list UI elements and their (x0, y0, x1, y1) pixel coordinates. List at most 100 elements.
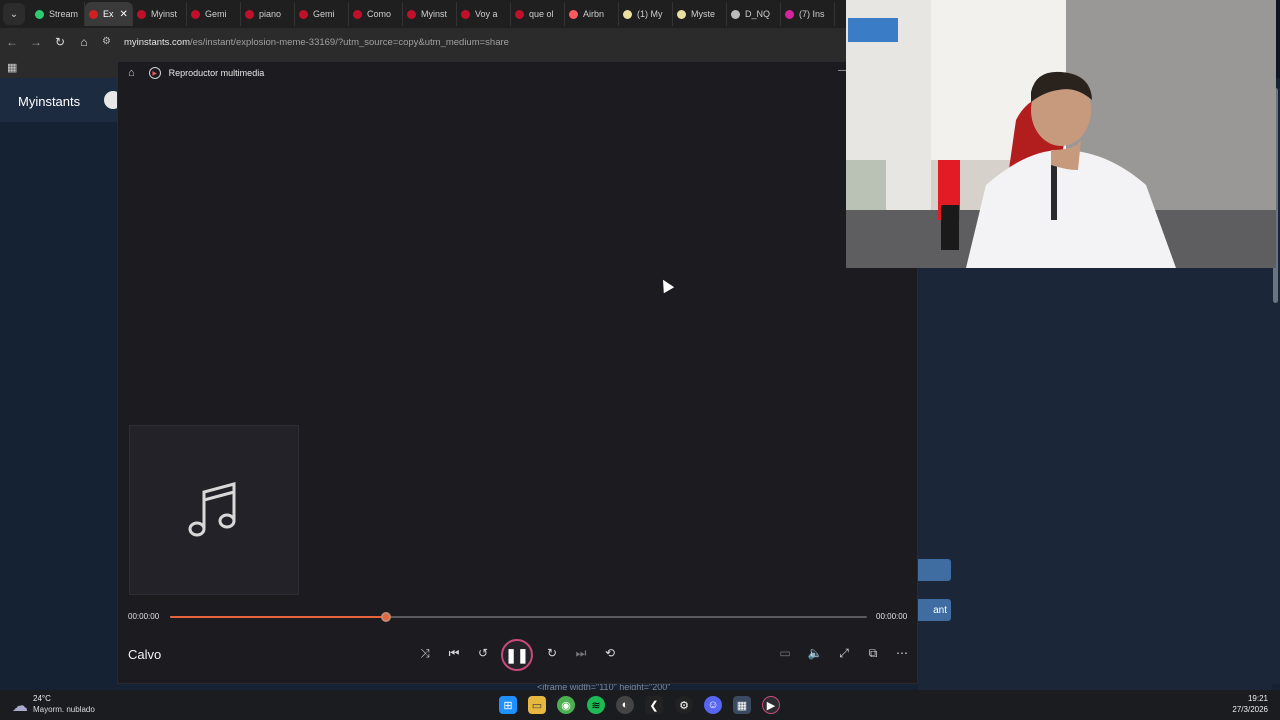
song-title: Calvo (128, 647, 162, 662)
home-icon[interactable]: ⌂ (72, 35, 96, 49)
discord-icon[interactable]: ☺ (704, 696, 722, 714)
tab-favicon-icon (785, 9, 794, 19)
repeat-off-icon[interactable]: ⟲ (601, 646, 619, 660)
browser-tab[interactable]: (7) Ins (781, 2, 835, 26)
browser-tab[interactable]: D_NQ (727, 2, 781, 26)
tab-label: que ol (529, 9, 554, 19)
webcam-overlay (846, 0, 1276, 268)
obs-icon[interactable]: ◐ (616, 696, 634, 714)
tabs: Stream Ex ✕ Myinst Gemi piano Gemi Como Myinst Vo… (31, 2, 835, 26)
url-path: /es/instant/explosion-meme-33169/?utm_so… (190, 36, 509, 48)
player-titlebar: ⌂ ▶ Reproductor multimedia — (118, 62, 917, 84)
tab-label: D_NQ (745, 9, 771, 19)
back-icon[interactable]: ← (0, 35, 24, 49)
album-art (129, 425, 299, 595)
tab-favicon-icon (677, 9, 686, 19)
volume-icon[interactable]: 🔈 (806, 646, 824, 660)
tab-label: Como (367, 9, 392, 19)
capcut-icon[interactable]: ❮ (645, 696, 663, 714)
site-brand[interactable]: Myinstants (18, 94, 80, 109)
shuffle-icon[interactable]: ⤨ (416, 646, 434, 661)
file-explorer-icon[interactable]: ▭ (528, 696, 546, 714)
forward-30-icon[interactable]: ↻ (543, 646, 561, 660)
weather-temperature: 24°C (33, 694, 51, 703)
tab-favicon-icon (35, 9, 44, 19)
site-right-panel (918, 268, 1272, 690)
tab-label: (7) Ins (799, 9, 825, 19)
taskbar: ☁ 24°C Mayorm. nublado ⊞ ▭ ◉ ≋ ◐ ❮ ⚙ ☺ ▦… (0, 690, 1280, 720)
player-home-icon[interactable]: ⌂ (128, 67, 135, 79)
url-host: myinstants.com (124, 36, 190, 48)
seek-knob[interactable] (381, 612, 392, 622)
rewind-10-icon[interactable]: ↺ (474, 646, 492, 660)
seek-bar[interactable] (170, 612, 867, 622)
miniplayer-icon[interactable]: ⧉ (864, 646, 882, 661)
music-note-icon (188, 482, 236, 537)
browser-tab[interactable]: Gemi (295, 2, 349, 26)
tab-favicon-icon (731, 9, 740, 19)
tab-favicon-icon (461, 9, 470, 19)
weather-description: Mayorm. nublado (33, 705, 95, 714)
spotify-icon[interactable]: ≋ (587, 696, 605, 714)
browser-tab[interactable]: Stream (31, 2, 85, 26)
tab-label: Airbn (583, 9, 605, 19)
browser-tab[interactable]: Airbn (565, 2, 619, 26)
url-field[interactable]: myinstants.com/es/instant/explosion-meme… (124, 37, 509, 48)
pause-button[interactable]: ❚❚ (501, 639, 533, 671)
browser-tab[interactable]: (1) My (619, 2, 673, 26)
tab-label: Voy a (475, 9, 498, 19)
browser-tab[interactable]: Myste (673, 2, 727, 26)
forward-icon[interactable]: → (24, 35, 48, 49)
browser-tab[interactable]: piano (241, 2, 295, 26)
next-icon[interactable]: ⏭ (572, 646, 590, 661)
previous-icon[interactable]: ⏮ (445, 646, 463, 661)
tab-favicon-icon (245, 9, 254, 19)
tab-label: Gemi (205, 9, 227, 19)
webcam-picture (846, 0, 1276, 268)
browser-tab[interactable]: Voy a (457, 2, 511, 26)
fullscreen-icon[interactable]: ⤢ (835, 646, 853, 661)
browser-tab[interactable]: Ex ✕ (85, 2, 133, 26)
tab-favicon-icon (569, 9, 578, 19)
seek-bar-progress (170, 616, 387, 618)
apps-grid-icon[interactable]: ▦ (7, 61, 17, 74)
tab-label: Myinst (421, 9, 448, 19)
captions-icon[interactable]: ▭ (776, 646, 794, 660)
media-player-window: ⌂ ▶ Reproductor multimedia — 00:00:00 00… (117, 61, 918, 684)
media-player-logo-icon: ▶ (148, 67, 161, 79)
close-tab-icon[interactable]: ✕ (120, 9, 128, 20)
site-add-instant-button[interactable]: ant (918, 599, 951, 621)
tab-label: Myste (691, 9, 716, 19)
browser-tab[interactable]: Myinst (133, 2, 187, 26)
site-header: Myinstants (0, 78, 118, 122)
tab-label: Myinst (151, 9, 178, 19)
browser-tab[interactable]: Myinst (403, 2, 457, 26)
address-bar-row: ← → ↻ ⌂ ⚙ myinstants.com/es/instant/expl… (0, 28, 846, 56)
more-options-icon[interactable]: ⋯ (893, 646, 911, 660)
site-action-button[interactable] (918, 559, 951, 581)
start-icon[interactable]: ⊞ (499, 696, 517, 714)
calculator-icon[interactable]: ▦ (733, 696, 751, 714)
tab-label: Stream (49, 9, 79, 19)
steam-icon[interactable]: ⚙ (675, 696, 693, 714)
pause-icon: ❚❚ (505, 646, 529, 663)
tab-list-dropdown[interactable]: ⌄ (3, 3, 25, 25)
browser-tab[interactable]: que ol (511, 2, 565, 26)
clock-date: 27/3/2026 (1232, 705, 1268, 714)
browser-tab[interactable]: Gemi (187, 2, 241, 26)
tab-label: Gemi (313, 9, 335, 19)
reload-icon[interactable]: ↻ (48, 35, 72, 49)
tab-favicon-icon (623, 9, 632, 19)
tab-favicon-icon (89, 9, 98, 19)
browser-tab[interactable]: Como (349, 2, 403, 26)
weather-cloud-icon[interactable]: ☁ (12, 696, 28, 716)
tab-label: Ex (103, 9, 114, 19)
tab-label: piano (259, 9, 282, 19)
tab-strip: ⌄ Stream Ex ✕ Myinst Gemi piano Gemi Como Myinst… (0, 0, 846, 28)
tab-favicon-icon (407, 9, 416, 19)
chrome-icon[interactable]: ◉ (557, 696, 575, 714)
total-time: 00:00:00 (876, 612, 908, 621)
media-player-taskbar-icon[interactable]: ▶ (762, 696, 780, 714)
clock-time: 19:21 (1247, 694, 1268, 703)
site-info-icon[interactable]: ⚙ (102, 36, 114, 48)
